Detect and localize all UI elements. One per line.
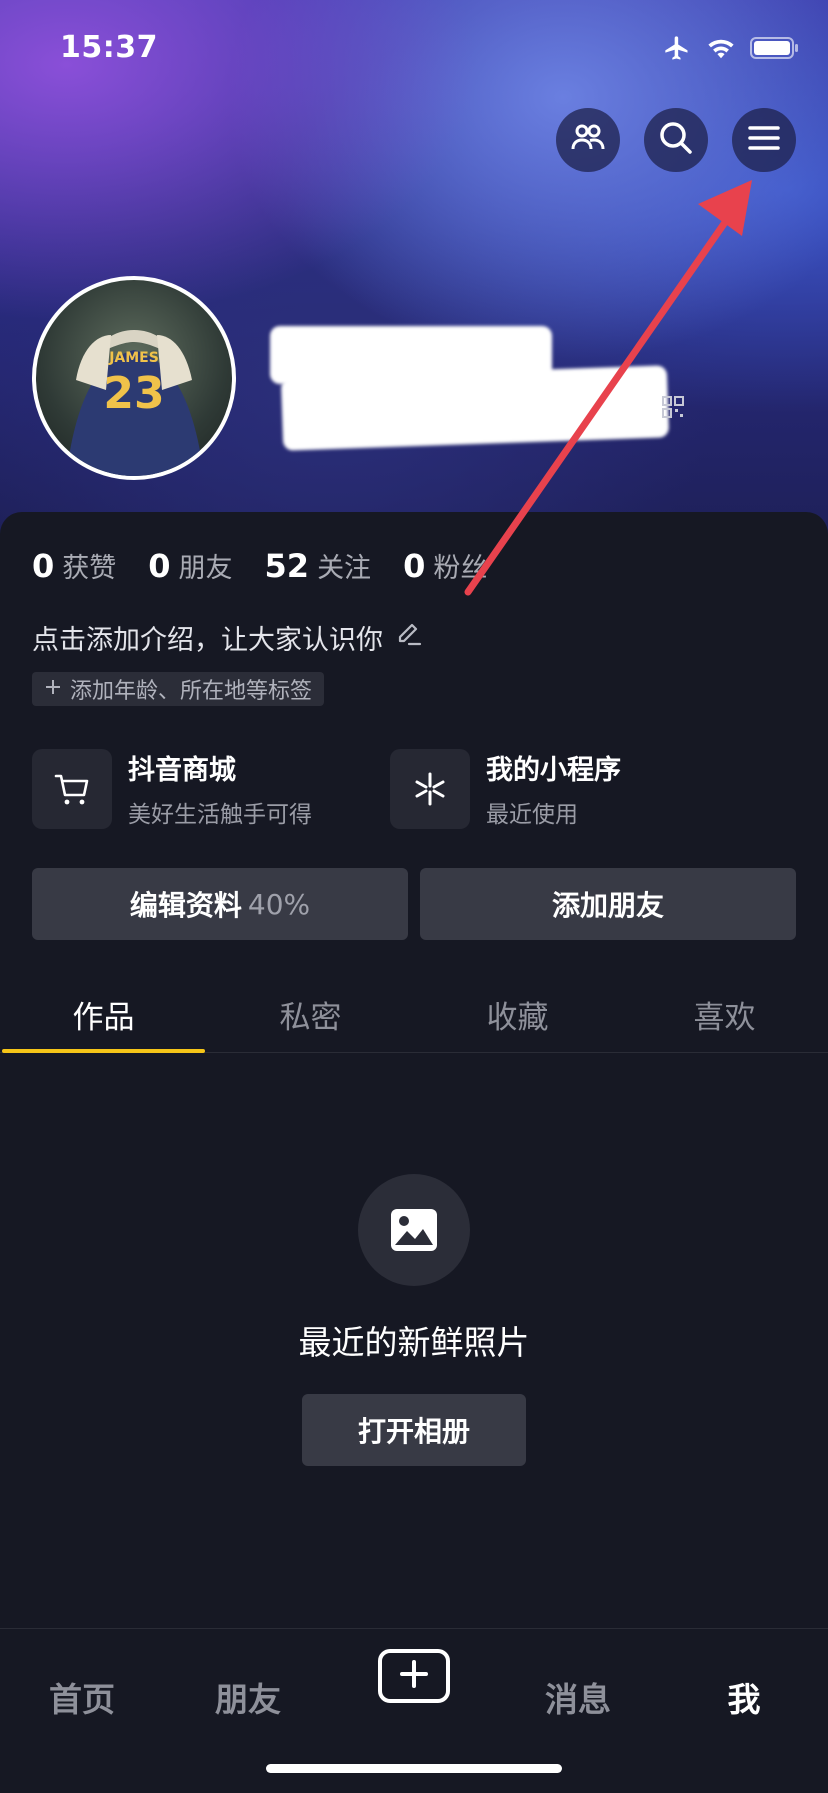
mini-programs-entry[interactable]: 我的小程序 最近使用 bbox=[390, 748, 621, 829]
status-icons bbox=[662, 34, 800, 66]
edit-icon bbox=[395, 620, 423, 655]
tab-private[interactable]: 私密 bbox=[207, 968, 414, 1052]
nav-friends[interactable]: 朋友 bbox=[188, 1673, 308, 1721]
plus-icon bbox=[399, 1659, 429, 1693]
bio-text: 点击添加介绍，让大家认识你 bbox=[32, 625, 383, 656]
menu-button[interactable] bbox=[732, 108, 796, 172]
battery-icon bbox=[750, 36, 800, 64]
create-button[interactable] bbox=[378, 1649, 450, 1703]
douyin-mall-entry[interactable]: 抖音商城 美好生活触手可得 bbox=[32, 748, 312, 829]
mall-title: 抖音商城 bbox=[128, 755, 236, 786]
tab-favorites[interactable]: 收藏 bbox=[414, 968, 621, 1052]
friends-button[interactable] bbox=[556, 108, 620, 172]
open-album-button[interactable]: 打开相册 bbox=[302, 1394, 526, 1466]
nav-me[interactable]: 我 bbox=[684, 1673, 804, 1721]
user-id-redacted bbox=[280, 365, 670, 451]
edit-profile-button[interactable]: 编辑资料 40% bbox=[32, 868, 408, 940]
stat-following[interactable]: 52 关注 bbox=[265, 546, 372, 585]
qr-code-icon[interactable] bbox=[662, 396, 684, 422]
wifi-icon bbox=[706, 36, 736, 64]
search-icon bbox=[658, 120, 694, 160]
stat-friends[interactable]: 0 朋友 bbox=[148, 546, 232, 585]
cart-icon bbox=[32, 748, 112, 829]
tab-likes[interactable]: 喜欢 bbox=[621, 968, 828, 1052]
nav-home[interactable]: 首页 bbox=[22, 1673, 142, 1721]
mini-program-subtitle: 最近使用 bbox=[486, 802, 578, 828]
add-tags-label: 添加年龄、所在地等标签 bbox=[70, 679, 313, 704]
edit-profile-label: 编辑资料 bbox=[129, 889, 242, 922]
add-tags-button[interactable]: 添加年龄、所在地等标签 bbox=[32, 672, 325, 706]
profile-stats: 0 获赞 0 朋友 52 关注 0 粉丝 bbox=[32, 546, 487, 585]
plus-icon bbox=[44, 677, 62, 702]
stat-likes[interactable]: 0 获赞 bbox=[32, 546, 116, 585]
mini-program-icon bbox=[390, 748, 470, 829]
mini-program-title: 我的小程序 bbox=[486, 755, 621, 786]
empty-state-title: 最近的新鲜照片 bbox=[298, 1323, 530, 1362]
add-friend-button[interactable]: 添加朋友 bbox=[420, 868, 796, 940]
add-friend-label: 添加朋友 bbox=[551, 889, 664, 922]
profile-completion: 40% bbox=[247, 887, 311, 921]
search-button[interactable] bbox=[644, 108, 708, 172]
bio-prompt[interactable]: 点击添加介绍，让大家认识你 bbox=[32, 618, 423, 657]
nav-messages[interactable]: 消息 bbox=[518, 1673, 638, 1721]
status-time: 15:37 bbox=[60, 30, 158, 65]
content-tabs: 作品 私密 收藏 喜欢 bbox=[0, 968, 828, 1053]
mall-subtitle: 美好生活触手可得 bbox=[128, 802, 312, 828]
stat-followers[interactable]: 0 粉丝 bbox=[403, 546, 487, 585]
svg-text:23: 23 bbox=[103, 368, 164, 419]
avatar[interactable]: JAMES 23 bbox=[32, 276, 236, 480]
image-icon bbox=[358, 1174, 470, 1286]
svg-text:JAMES: JAMES bbox=[108, 350, 159, 366]
friends-icon bbox=[571, 123, 605, 157]
home-indicator bbox=[266, 1764, 562, 1773]
menu-icon bbox=[748, 124, 780, 156]
airplane-icon bbox=[662, 34, 692, 66]
tab-works[interactable]: 作品 bbox=[0, 968, 207, 1053]
avatar-image: JAMES 23 bbox=[66, 330, 204, 476]
